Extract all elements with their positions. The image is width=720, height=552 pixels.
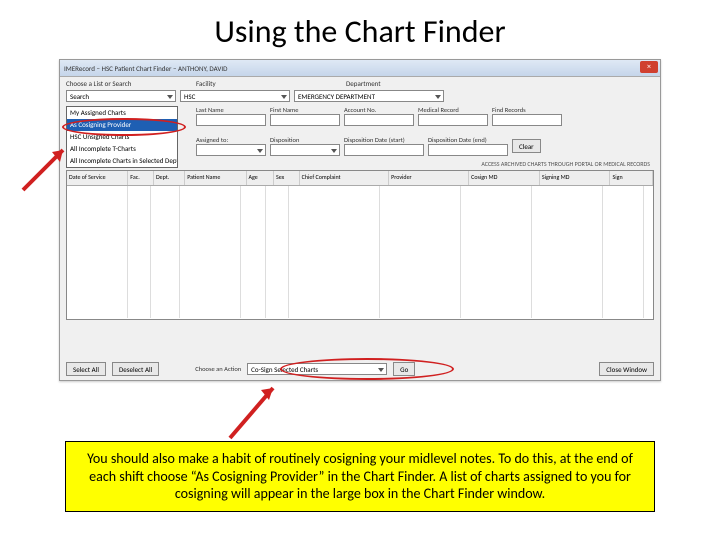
results-grid[interactable]: Date of Service Fac. Dept. Patient Name … bbox=[66, 170, 654, 320]
label-firstname: First Name bbox=[270, 106, 340, 114]
grid-header: Date of Service Fac. Dept. Patient Name … bbox=[67, 171, 653, 186]
option-incomplete-dept[interactable]: All Incomplete Charts in Selected Dept bbox=[67, 155, 177, 167]
option-incomplete-tcharts[interactable]: All Incomplete T-Charts bbox=[67, 143, 177, 155]
label-choose-list: Choose a List or Search bbox=[66, 79, 196, 88]
select-all-button[interactable]: Select All bbox=[66, 362, 106, 376]
deselect-all-button[interactable]: Deselect All bbox=[112, 362, 159, 376]
section-labels: Choose a List or Search Facility Departm… bbox=[60, 77, 660, 88]
disposition-dropdown[interactable] bbox=[270, 144, 340, 156]
search-mode-options[interactable]: My Assigned Charts As Cosigning Provider… bbox=[66, 106, 178, 168]
col-age: Age bbox=[247, 171, 275, 185]
findrec-input[interactable] bbox=[492, 114, 562, 126]
clear-button[interactable]: Clear bbox=[512, 139, 541, 153]
instruction-caption: You should also make a habit of routinel… bbox=[65, 441, 655, 512]
assigned-dropdown[interactable] bbox=[196, 144, 266, 156]
col-dept: Dept. bbox=[154, 171, 185, 185]
window-title: IMERecord – HSC Patient Chart Finder – A… bbox=[64, 64, 227, 73]
label-mrn: Medical Record bbox=[418, 106, 488, 114]
facility-dropdown[interactable]: HSC bbox=[180, 90, 290, 102]
col-signing: Signing MD bbox=[540, 171, 611, 185]
action-dropdown[interactable]: Co-Sign Selected Charts bbox=[247, 363, 387, 375]
col-sex: Sex bbox=[274, 171, 300, 185]
firstname-input[interactable] bbox=[270, 114, 340, 126]
label-dispend: Disposition Date (end) bbox=[428, 136, 508, 144]
col-fac: Fac. bbox=[128, 171, 154, 185]
col-sign: Sign bbox=[610, 171, 653, 185]
account-input[interactable] bbox=[344, 114, 414, 126]
department-dropdown[interactable]: EMERGENCY DEPARTMENT bbox=[294, 90, 444, 102]
close-icon[interactable]: × bbox=[640, 61, 658, 73]
label-choose-action: Choose an Action bbox=[195, 365, 241, 373]
close-window-button[interactable]: Close Window bbox=[599, 362, 654, 376]
label-department: Department bbox=[346, 79, 496, 88]
label-findrec: Find Records bbox=[492, 106, 562, 114]
label-dispstart: Disposition Date (start) bbox=[344, 136, 424, 144]
chart-finder-window: IMERecord – HSC Patient Chart Finder – A… bbox=[59, 59, 661, 381]
dispstart-input[interactable] bbox=[344, 144, 424, 156]
mrn-input[interactable] bbox=[418, 114, 488, 126]
col-cosign: Cosign MD bbox=[469, 171, 540, 185]
bottom-bar: Select All Deselect All Choose an Action… bbox=[66, 362, 654, 376]
label-disposition: Disposition bbox=[270, 136, 340, 144]
option-my-assigned[interactable]: My Assigned Charts bbox=[67, 107, 177, 119]
label-assigned: Assigned to: bbox=[196, 136, 266, 144]
slide-title: Using the Chart Finder bbox=[0, 12, 720, 51]
window-titlebar: IMERecord – HSC Patient Chart Finder – A… bbox=[60, 60, 660, 77]
annotation-arrow-bottom bbox=[225, 380, 280, 440]
grid-body bbox=[67, 186, 653, 318]
col-date: Date of Service bbox=[67, 171, 128, 185]
col-patient: Patient Name bbox=[185, 171, 246, 185]
option-unsigned-charts[interactable]: HSC Unsigned Charts bbox=[67, 131, 177, 143]
label-facility: Facility bbox=[196, 79, 346, 88]
col-provider: Provider bbox=[389, 171, 469, 185]
label-account: Account No. bbox=[344, 106, 414, 114]
lastname-input[interactable] bbox=[196, 114, 266, 126]
go-button[interactable]: Go bbox=[393, 362, 415, 376]
col-complaint: Chief Complaint bbox=[300, 171, 389, 185]
option-cosigning-provider[interactable]: As Cosigning Provider bbox=[67, 119, 177, 131]
label-lastname: Last Name bbox=[196, 106, 266, 114]
search-mode-dropdown[interactable]: Search bbox=[66, 90, 176, 102]
dispend-input[interactable] bbox=[428, 144, 508, 156]
